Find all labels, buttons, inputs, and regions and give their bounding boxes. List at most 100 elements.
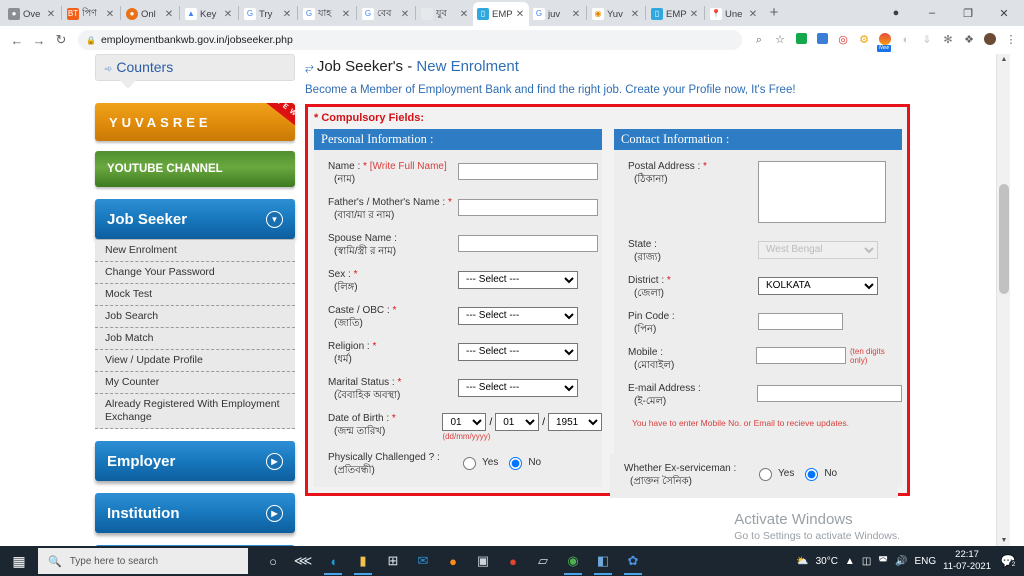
tab-close-icon[interactable]: ✕ [571,9,581,20]
sidebar-item-already-registered[interactable]: Already Registered With Employment Excha… [95,394,295,429]
scrollbar-thumb[interactable] [999,184,1009,294]
green-extension-icon[interactable] [794,33,808,47]
dob-day-select[interactable]: 01 [442,413,487,431]
sidebar-item-institution[interactable]: Institution ▶ [95,493,295,533]
tab-close-icon[interactable]: ✕ [459,9,469,20]
ex-yes-radio[interactable] [759,468,772,481]
bookmark-star-icon[interactable]: ☆ [773,33,787,47]
marital-status-select[interactable]: --- Select --- [458,378,578,397]
reload-button[interactable]: ↻ [50,32,72,48]
ex-yes-option[interactable]: Yes [754,465,794,481]
spouse-name-input[interactable] [458,235,598,252]
maximize-button[interactable]: ❐ [950,7,986,20]
taskbar-search-box[interactable]: 🔍 Type here to search [38,548,248,574]
zoom-icon[interactable]: ⌕ [752,33,766,47]
volume-icon[interactable]: 🔊 [895,556,907,567]
save-app-icon[interactable]: ▣ [470,547,496,575]
new-tab-button[interactable]: + [762,2,786,26]
grey-extension-icon[interactable]: ◐ [899,33,913,47]
windows-start-icon[interactable]: ▦ [0,553,38,570]
mail-icon[interactable]: ✉ [410,547,436,575]
wifi-icon[interactable]: ◚ [878,556,888,567]
cortana-icon[interactable]: ○ [260,547,286,575]
pc-no-option[interactable]: No [504,454,541,470]
notepad-icon[interactable]: ▱ [530,547,556,575]
tab-close-icon[interactable]: ✕ [105,9,115,20]
language-indicator[interactable]: ENG [914,556,936,567]
browser-tab[interactable]: G Try ✕ [240,2,296,26]
edge-icon[interactable]: ◖ [320,547,346,575]
youtube-channel-button[interactable]: YOUTUBE CHANNEL [95,151,295,187]
caste-select[interactable]: --- Select --- [458,306,578,325]
sidebar-item-my-counter[interactable]: My Counter [95,372,295,394]
forward-button[interactable]: → [28,33,50,48]
browser-tab[interactable]: ▲ Key ✕ [181,2,237,26]
tab-close-icon[interactable]: ✕ [223,9,233,20]
browser-tab[interactable]: ● Onl ✕ [122,2,178,26]
pc-yes-radio[interactable] [463,457,476,470]
chrome-icon[interactable]: ◉ [560,547,586,575]
browser-tab[interactable]: ▯ EMP ✕ [647,2,703,26]
paint-app-icon[interactable]: ✿ [620,547,646,575]
tab-close-icon[interactable]: ✕ [689,9,699,20]
ex-no-radio[interactable] [805,468,819,481]
sidebar-item-job-match[interactable]: Job Match [95,328,295,350]
sidebar-item-job-seeker[interactable]: Job Seeker ▼ [95,199,295,239]
window-menu-icon[interactable]: ● [878,7,914,19]
download-icon[interactable]: ⇓ [920,33,934,47]
tab-close-icon[interactable]: ✕ [341,9,351,20]
tab-close-icon[interactable]: ✕ [282,9,292,20]
browser-tab[interactable]: G যাহ ✕ [299,2,355,26]
counters-panel[interactable]: ➾ Counters [95,54,295,89]
gear-extension-icon[interactable]: ⚙ [857,33,871,47]
sidebar-item-mock-test[interactable]: Mock Test [95,284,295,306]
close-window-button[interactable]: ✕ [986,7,1022,20]
religion-select[interactable]: --- Select --- [458,342,578,361]
task-view-icon[interactable]: ⋘ [290,547,316,575]
location-extension-icon[interactable]: ◎ [836,33,850,47]
blue-extension-icon[interactable] [815,33,829,47]
browser-tab[interactable]: যুব ✕ [417,2,473,26]
minimize-button[interactable]: – [914,7,950,19]
chevron-up-icon[interactable]: ▲ [845,556,855,567]
browser-tab[interactable]: ● Ove ✕ [4,2,60,26]
pc-no-radio[interactable] [509,457,523,470]
book-app-icon[interactable]: ◧ [590,547,616,575]
browser-tab-active[interactable]: ▯ EMP ✕ [473,2,529,26]
rainbow-extension-icon[interactable]: New [877,33,892,52]
tab-close-icon[interactable]: ✕ [748,9,758,20]
tab-close-icon[interactable]: ✕ [515,9,525,20]
opera-icon[interactable]: ● [500,547,526,575]
pc-yes-option[interactable]: Yes [458,454,498,470]
browser-tab[interactable]: G juv ✕ [529,2,585,26]
sidebar-item-job-search[interactable]: Job Search [95,306,295,328]
dob-year-select[interactable]: 1951 [548,413,602,431]
browser-tab[interactable]: ◉ Yuv ✕ [588,2,644,26]
postal-address-textarea[interactable] [758,161,886,223]
microsoft-store-icon[interactable]: ⊞ [380,547,406,575]
tab-close-icon[interactable]: ✕ [630,9,640,20]
sidebar-item-change-password[interactable]: Change Your Password [95,262,295,284]
district-select[interactable]: KOLKATA [758,276,878,295]
back-button[interactable]: ← [6,33,28,48]
taskbar-clock[interactable]: 22:17 11-07-2021 [943,549,991,573]
yuvasree-banner[interactable]: YUVASREE NEW [95,103,295,141]
sex-select[interactable]: --- Select --- [458,270,578,289]
tab-close-icon[interactable]: ✕ [46,9,56,20]
puzzle-extensions-icon[interactable]: ❖ [962,33,976,47]
tab-close-icon[interactable]: ✕ [400,9,410,20]
email-input[interactable] [757,385,902,402]
sidebar-item-employer[interactable]: Employer ▶ [95,441,295,481]
scroll-up-arrow-icon[interactable]: ▲ [997,56,1011,63]
name-input[interactable] [458,163,598,180]
scroll-down-arrow-icon[interactable]: ▼ [997,537,1011,544]
file-explorer-icon[interactable]: ▮ [350,547,376,575]
ex-no-option[interactable]: No [800,465,837,481]
sidebar-item-new-enrolment[interactable]: New Enrolment [95,240,295,262]
browser-tab[interactable]: 📍 Une ✕ [706,2,762,26]
browser-tab[interactable]: G বেব ✕ [358,2,414,26]
dob-month-select[interactable]: 01 [495,413,540,431]
notification-icon[interactable]: 💬 2 [998,554,1018,569]
chrome-menu-icon[interactable]: ⋮ [1004,33,1018,47]
pin-code-input[interactable] [758,313,843,330]
